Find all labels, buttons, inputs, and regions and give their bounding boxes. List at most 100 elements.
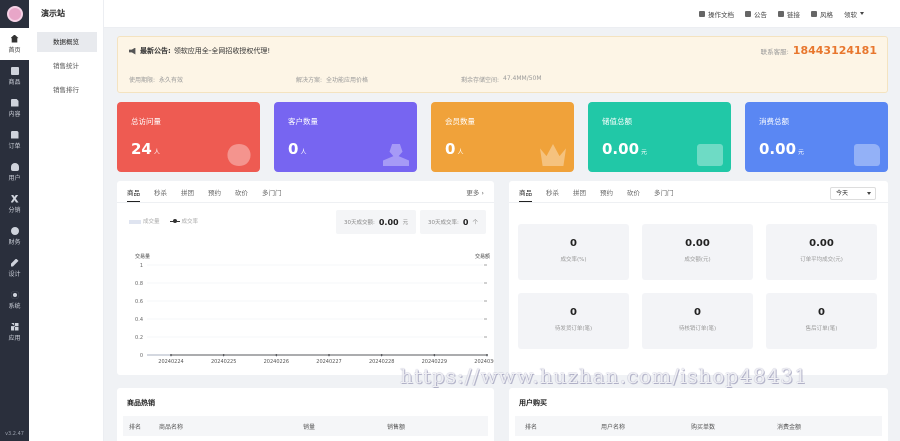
stat-title: 储值总额 — [602, 117, 632, 126]
col-user-name: 用户名称 — [601, 423, 626, 431]
metric-card-0[interactable]: 0 成交率(%) — [518, 224, 629, 280]
notice-link[interactable]: 公告 — [745, 9, 767, 19]
rail-item-5[interactable]: 分销 — [0, 188, 29, 220]
paw-icon — [227, 144, 251, 166]
tab-4[interactable]: 砍价 — [627, 187, 640, 202]
rail-item-9[interactable]: 应用 — [0, 316, 29, 348]
data-point — [275, 354, 278, 356]
metric-card-4[interactable]: 0 待核销订单(笔) — [642, 293, 753, 349]
tab-2[interactable]: 拼团 — [573, 187, 586, 202]
user-menu[interactable]: 领软 — [844, 9, 864, 19]
money-bag-icon — [10, 226, 19, 235]
sales-line-chart: 0 0.2 0.4 0.6 0.8 1 交易量 交易额 20240224 20240225 2024… — [135, 253, 494, 365]
stat-card-0[interactable]: 总访问量 24 人 — [117, 102, 260, 172]
metric-value: 0.00 — [685, 238, 710, 249]
y-tick-label: 0 — [140, 353, 143, 359]
rail-item-2[interactable]: 内容 — [0, 92, 29, 124]
announcement-text[interactable]: 领软应用全-全网招收授权代理! — [174, 46, 270, 56]
data-point — [380, 354, 383, 356]
data-point — [170, 354, 172, 356]
metric-label: 成交额(元) — [684, 257, 711, 263]
metric-value: 0 — [570, 307, 577, 318]
stat-value: 24 人 — [131, 140, 160, 158]
user-purchase-title: 用户购买 — [519, 399, 547, 407]
submenu-item-sales-stats[interactable]: 销售统计 — [37, 56, 97, 76]
stat-value: 0人 — [445, 140, 464, 158]
data-point — [328, 354, 330, 356]
metric-card-5[interactable]: 0 售后订单(笔) — [766, 293, 877, 349]
storage-value: 47.4MM/50M — [503, 75, 542, 82]
y-tick-label: 0.2 — [135, 335, 143, 341]
col-goods-name: 商品名称 — [159, 423, 184, 431]
data-point — [486, 354, 488, 356]
rail-item-label: 首页 — [8, 46, 21, 54]
stat-card-2[interactable]: 会员数量 0 人 — [431, 102, 574, 172]
metric-card-1[interactable]: 0.00 成交额(元) — [642, 224, 753, 280]
user-purchase-panel: 用户购买 排名 用户名称 购买单数 消费金额 — [509, 388, 888, 441]
stat-title: 消费总额 — [759, 117, 789, 126]
share-icon — [10, 194, 19, 203]
person-icon — [383, 144, 409, 166]
crown-icon — [540, 144, 566, 166]
link-icon — [778, 10, 784, 17]
card-icon — [697, 144, 723, 166]
rail-item-4[interactable]: 用户 — [0, 156, 29, 188]
document-icon — [10, 98, 19, 107]
rail-item-3[interactable]: 订单 — [0, 124, 29, 156]
docs-link[interactable]: 操作文档 — [699, 9, 734, 19]
rail-item-6[interactable]: 财务 — [0, 220, 29, 252]
sub-menu: 演示站 数据概览 销售统计 销售排行 — [29, 0, 104, 441]
x-tick-label: 20240226 — [264, 359, 289, 365]
submenu-item-overview[interactable]: 数据概览 — [37, 32, 97, 52]
col-rank: 排名 — [129, 423, 142, 431]
stat-title: 会员数量 — [445, 117, 475, 126]
user-icon — [10, 162, 19, 171]
stat-card-1[interactable]: 客户数量 0 人 — [274, 102, 417, 172]
apps-icon — [10, 322, 19, 331]
rail-item-7[interactable]: 设计 — [0, 252, 29, 284]
stat-card-3[interactable]: 储值总额 0.00 元 — [588, 102, 731, 172]
rail-item-label: 商品 — [8, 78, 21, 86]
hot-goods-panel: 商品热销 排名 商品名称 销量 销售额 — [117, 388, 494, 441]
tab-3[interactable]: 预约 — [600, 187, 613, 202]
rail-item-8[interactable]: 系统 — [0, 284, 29, 316]
metric-card-2[interactable]: 0.00 订单平均成交(元) — [766, 224, 877, 280]
stat-card-4[interactable]: 消费总额 0.00 元 — [745, 102, 888, 172]
sales-chart-panel: 商品 秒杀 拼团 预约 砍价 多门门 更多 › 成交量 成交率 30天成交额: 0.00 元 … — [117, 181, 494, 375]
metric-value: 0 — [818, 307, 825, 318]
speaker-icon — [129, 47, 136, 55]
y-tick-label: 0.4 — [135, 317, 143, 323]
rail-item-1[interactable]: 商品 — [0, 60, 29, 92]
announcement-banner: 最新公告: 领软应用全-全网招收授权代理! 联系客服: 18443124181 … — [117, 36, 888, 93]
style-link[interactable]: 风格 — [811, 9, 833, 19]
submenu-item-sales-rank[interactable]: 销售排行 — [37, 80, 97, 100]
rail-item-0[interactable]: 首页 — [0, 28, 29, 60]
metric-label: 售后订单(笔) — [805, 326, 838, 332]
metric-label: 待核销订单(笔) — [678, 326, 717, 332]
term-label: 使用期限: — [129, 77, 156, 84]
rail-item-label: 应用 — [8, 334, 21, 342]
period-select[interactable]: 今天 — [830, 187, 876, 200]
app-logo[interactable] — [0, 0, 29, 28]
x-tick-label: 20240228 — [369, 359, 394, 365]
tab-1[interactable]: 秒杀 — [546, 187, 559, 202]
col-rank: 排名 — [525, 423, 538, 431]
rail-item-label: 分销 — [8, 206, 21, 214]
x-tick-label: 20240224 — [158, 359, 183, 365]
watermark-text: https://www.huzhan.com/ishop48431 — [400, 364, 808, 388]
tab-0[interactable]: 商品 — [519, 187, 532, 202]
link-link[interactable]: 链接 — [778, 9, 800, 19]
logo-icon — [6, 6, 23, 22]
metric-card-3[interactable]: 0 待发货订单(笔) — [518, 293, 629, 349]
col-order-count: 购买单数 — [691, 423, 716, 431]
tab-5[interactable]: 多门门 — [654, 187, 674, 202]
palette-icon — [811, 10, 817, 17]
metric-label: 订单平均成交(元) — [800, 257, 843, 263]
y-tick-label: 1 — [140, 263, 143, 269]
col-spend: 消费金额 — [777, 423, 802, 431]
stat-title: 客户数量 — [288, 117, 318, 126]
main-nav-rail: 首页 商品 内容 订单 用户 分销 财务 设计 系统 应用 v3.2.47 — [0, 0, 29, 441]
rail-item-label: 系统 — [8, 302, 21, 310]
rail-item-label: 内容 — [8, 110, 21, 118]
box-icon — [10, 66, 19, 75]
